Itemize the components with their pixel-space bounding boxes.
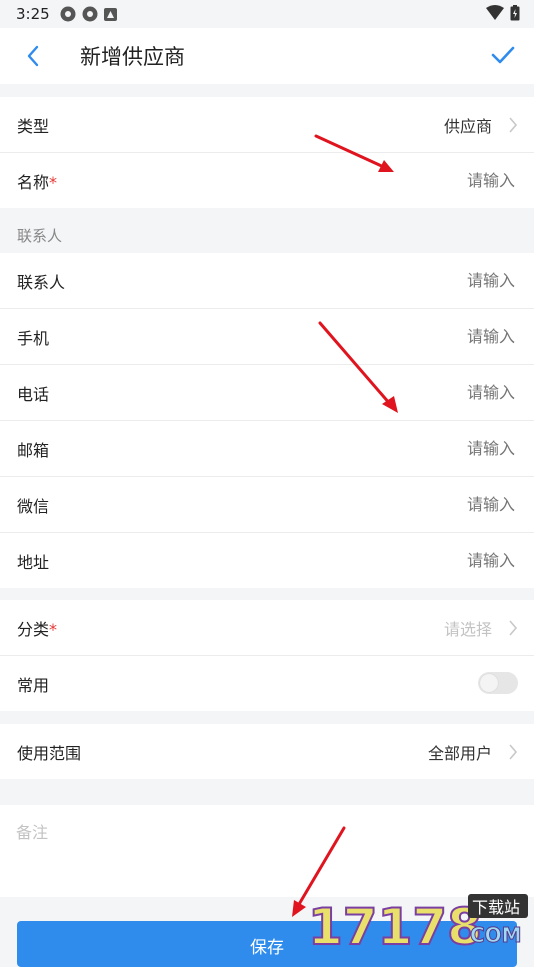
contact-section: 联系人 手机 电话 邮箱 微信 地址 <box>0 253 534 588</box>
watermark-suffix: COM <box>470 923 522 947</box>
status-bar: 3:25 <box>0 0 534 28</box>
email-row: 邮箱 <box>0 421 534 477</box>
wechat-row: 微信 <box>0 477 534 533</box>
battery-icon <box>510 5 520 21</box>
phone-row: 电话 <box>0 365 534 421</box>
app-bar: 新增供应商 <box>0 28 534 84</box>
category-section: 分类* 请选择 常用 <box>0 600 534 711</box>
wechat-label: 微信 <box>17 496 50 516</box>
chevron-right-icon <box>509 117 518 133</box>
mobile-input[interactable] <box>313 326 517 347</box>
type-value: 供应商 <box>443 116 492 136</box>
site-watermark-logo: 17178 下载站 COM <box>307 894 528 950</box>
app-notification-icon <box>103 7 117 21</box>
status-notification-icons <box>60 6 117 22</box>
scope-label: 使用范围 <box>17 743 82 763</box>
phone-input[interactable] <box>313 382 517 403</box>
type-row[interactable]: 类型 供应商 <box>0 97 534 153</box>
chevron-right-icon <box>509 620 518 636</box>
scope-row[interactable]: 使用范围 全部用户 <box>0 724 534 779</box>
wifi-icon <box>486 5 504 20</box>
address-input[interactable] <box>313 550 517 571</box>
wechat-input[interactable] <box>313 494 517 515</box>
type-label: 类型 <box>17 116 50 136</box>
contact-person-label: 联系人 <box>17 272 66 292</box>
name-input[interactable] <box>313 170 517 191</box>
common-toggle[interactable] <box>478 672 518 694</box>
basic-info-section: 类型 供应商 名称* <box>0 97 534 208</box>
address-label: 地址 <box>17 552 50 572</box>
notes-textarea[interactable] <box>14 817 518 891</box>
toggle-knob <box>480 674 498 692</box>
address-row: 地址 <box>0 533 534 588</box>
status-time: 3:25 <box>16 5 50 23</box>
contact-group-label: 联系人 <box>17 227 63 245</box>
chevron-right-icon <box>509 744 518 760</box>
watermark-badge: 下载站 <box>472 898 520 917</box>
common-label: 常用 <box>17 675 50 695</box>
checkmark-icon[interactable] <box>488 40 518 70</box>
category-row[interactable]: 分类* 请选择 <box>0 600 534 656</box>
scope-value: 全部用户 <box>427 743 492 763</box>
common-row: 常用 <box>0 656 534 711</box>
aperture-icon <box>60 6 76 22</box>
watermark-number: 17178 <box>308 898 482 950</box>
email-input[interactable] <box>313 438 517 459</box>
notes-section <box>0 805 534 897</box>
back-arrow-icon[interactable] <box>20 42 48 70</box>
name-row: 名称* <box>0 153 534 208</box>
email-label: 邮箱 <box>17 440 50 460</box>
scope-section: 使用范围 全部用户 <box>0 724 534 779</box>
required-mark: * <box>49 619 58 639</box>
status-system-icons <box>486 5 520 21</box>
mobile-label: 手机 <box>17 328 50 348</box>
aperture-icon <box>82 6 98 22</box>
category-placeholder: 请选择 <box>443 619 492 639</box>
contact-person-input[interactable] <box>313 270 517 291</box>
page-title: 新增供应商 <box>80 45 185 69</box>
contact-person-row: 联系人 <box>0 253 534 309</box>
mobile-row: 手机 <box>0 309 534 365</box>
category-label: 分类* <box>17 619 58 639</box>
phone-label: 电话 <box>17 384 50 404</box>
name-label: 名称* <box>17 172 58 192</box>
required-mark: * <box>49 172 58 192</box>
